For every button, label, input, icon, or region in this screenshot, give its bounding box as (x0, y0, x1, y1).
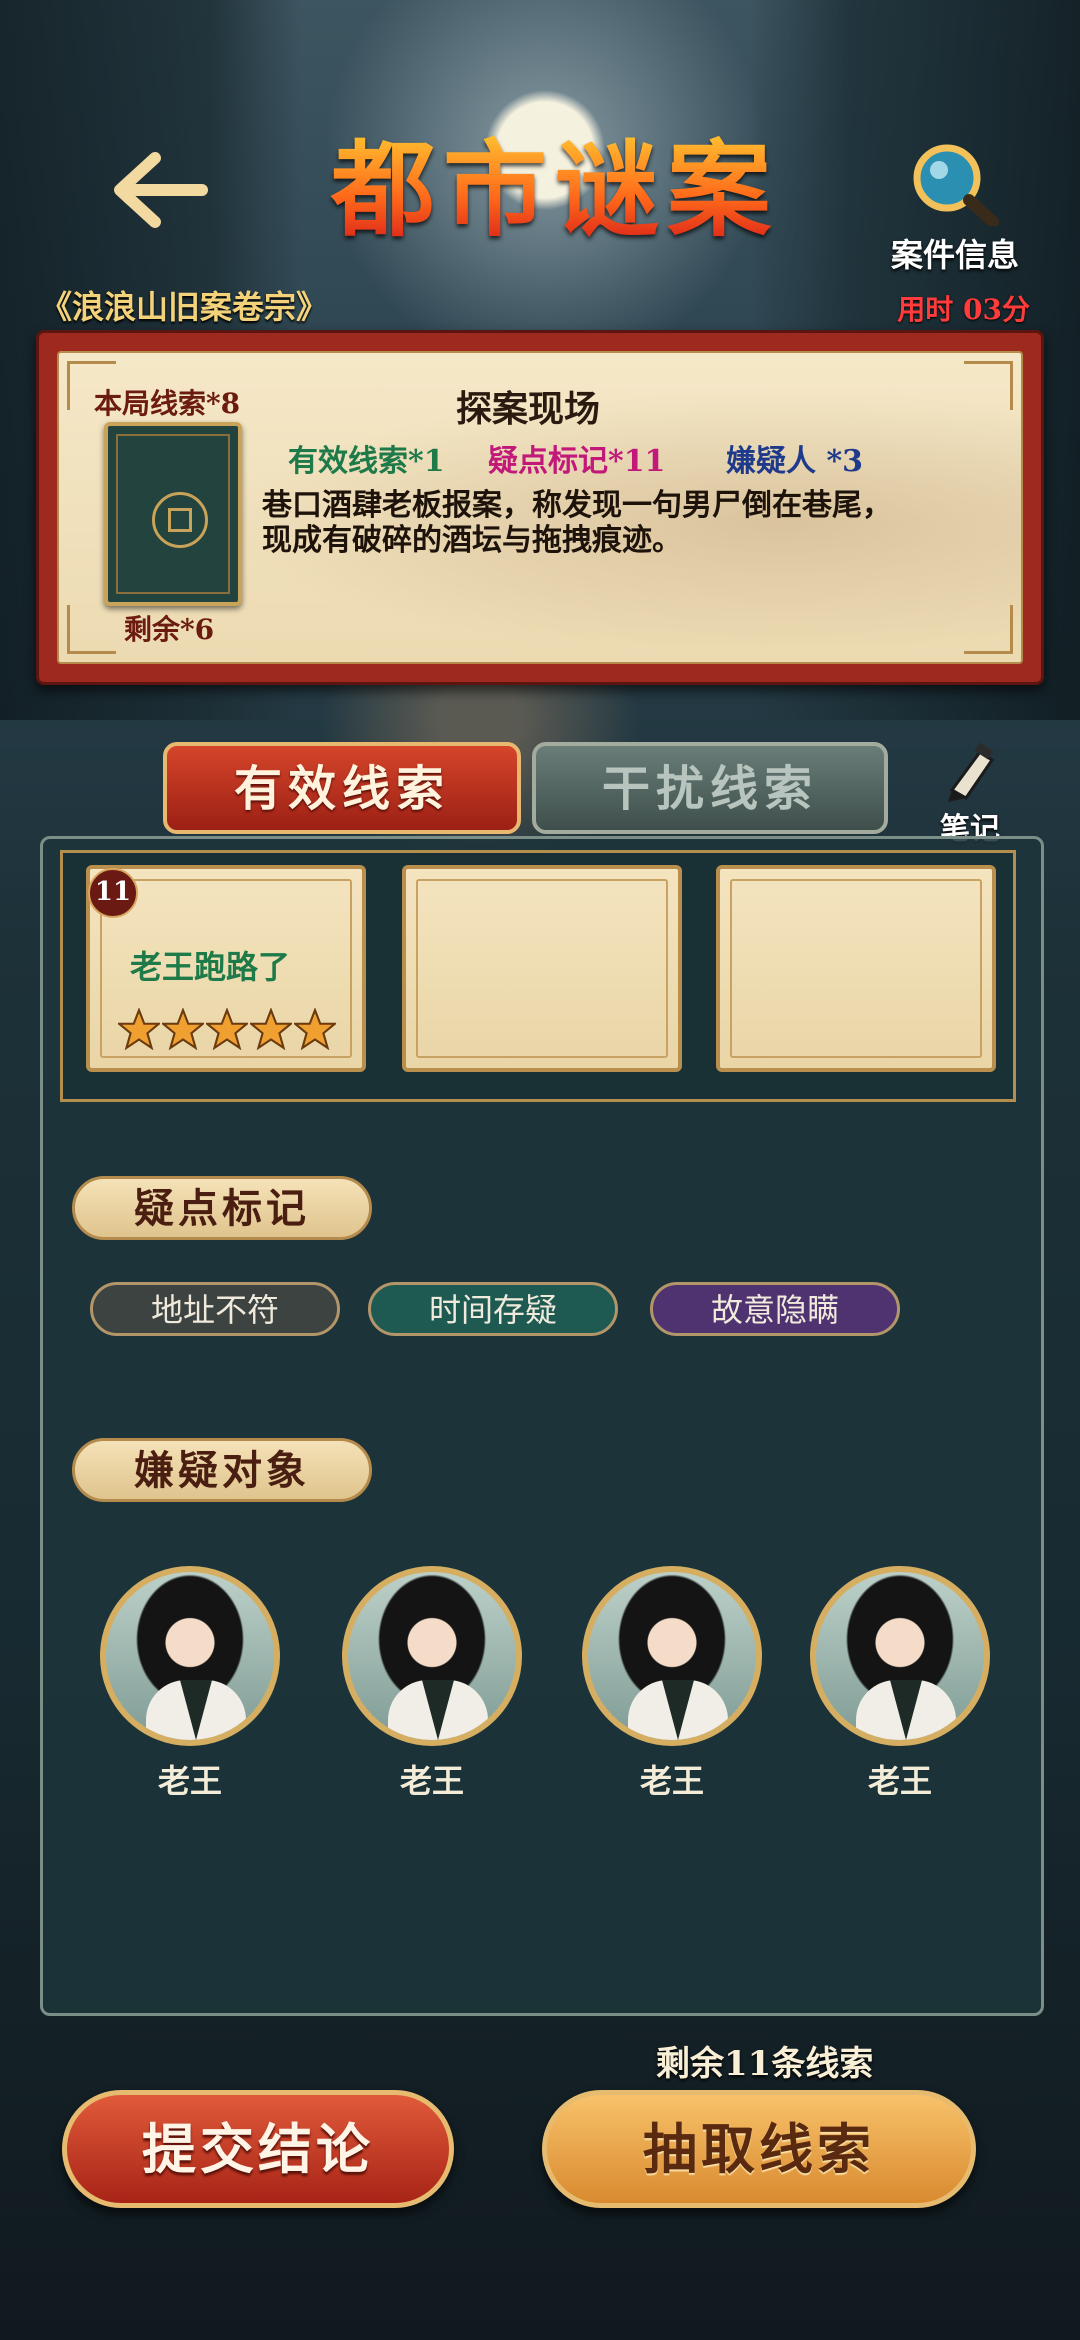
suspect-name: 老王 (867, 1762, 932, 1800)
suspect-name: 老王 (157, 1762, 222, 1800)
clue-rating (118, 1008, 338, 1054)
stat-suspects: 嫌疑人 *3 (726, 444, 864, 479)
suspect-item[interactable]: 老王 (338, 1566, 526, 1802)
back-arrow-icon (114, 152, 208, 228)
corner-ornament (964, 361, 1013, 410)
doubt-tag[interactable]: 故意隐瞒 (650, 1282, 900, 1336)
draw-clue-button[interactable]: 抽取线索 (542, 2090, 976, 2208)
remaining-clues-text: 剩余11条线索 (656, 2044, 874, 2084)
suspect-item[interactable]: 老王 (578, 1566, 766, 1802)
star-icon (250, 1008, 292, 1050)
suspect-item[interactable]: 老王 (96, 1566, 284, 1802)
scene-description: 巷口酒肆老板报案，称发现一句男尸倒在巷尾，现成有破碎的酒坛与拖拽痕迹。 (262, 488, 892, 558)
deck-remaining: 剩余*6 (124, 613, 215, 646)
doubt-tag[interactable]: 时间存疑 (368, 1282, 618, 1336)
page-title: 都市谜案 (330, 125, 780, 255)
card-badge: 11 (88, 868, 138, 918)
clue-card-text: 老王跑路了 (130, 948, 291, 986)
clue-count: 本局线索*8 (94, 387, 241, 420)
avatar (810, 1566, 990, 1746)
timer: 用时 03分 (897, 293, 1030, 326)
tab-valid-clues[interactable]: 有效线索 (163, 742, 521, 834)
avatar (100, 1566, 280, 1746)
stat-doubt-marks: 疑点标记*11 (488, 444, 666, 479)
star-icon (206, 1008, 248, 1050)
corner-ornament (964, 605, 1013, 654)
empty-clue-slot (716, 865, 996, 1072)
suspect-section-label: 嫌疑对象 (72, 1438, 372, 1502)
suspect-name: 老王 (639, 1762, 704, 1800)
case-info-label: 案件信息 (890, 236, 1019, 274)
star-icon (294, 1008, 336, 1050)
avatar (342, 1566, 522, 1746)
notes-button[interactable]: 笔记 (930, 740, 1010, 847)
deck-emblem-icon (152, 492, 208, 548)
back-button[interactable] (110, 150, 210, 230)
suspect-name: 老王 (399, 1762, 464, 1800)
brush-notes-icon (948, 742, 995, 802)
scene-title: 探案现场 (456, 388, 601, 430)
clue-deck[interactable] (104, 422, 242, 606)
magnifier-icon (913, 144, 999, 226)
star-icon (118, 1008, 160, 1050)
submit-conclusion-button[interactable]: 提交结论 (62, 2090, 454, 2208)
stat-valid-clues: 有效线索*1 (288, 444, 445, 479)
corner-ornament (67, 605, 116, 654)
empty-clue-slot (402, 865, 682, 1072)
case-name: 《浪浪山旧案卷宗》 (40, 288, 329, 326)
suspect-item[interactable]: 老王 (806, 1566, 994, 1802)
star-icon (162, 1008, 204, 1050)
tab-interference-clues[interactable]: 干扰线索 (532, 742, 888, 834)
doubt-tag[interactable]: 地址不符 (90, 1282, 340, 1336)
doubt-section-label: 疑点标记 (72, 1176, 372, 1240)
avatar (582, 1566, 762, 1746)
case-info-button[interactable]: 案件信息 (880, 140, 1030, 274)
